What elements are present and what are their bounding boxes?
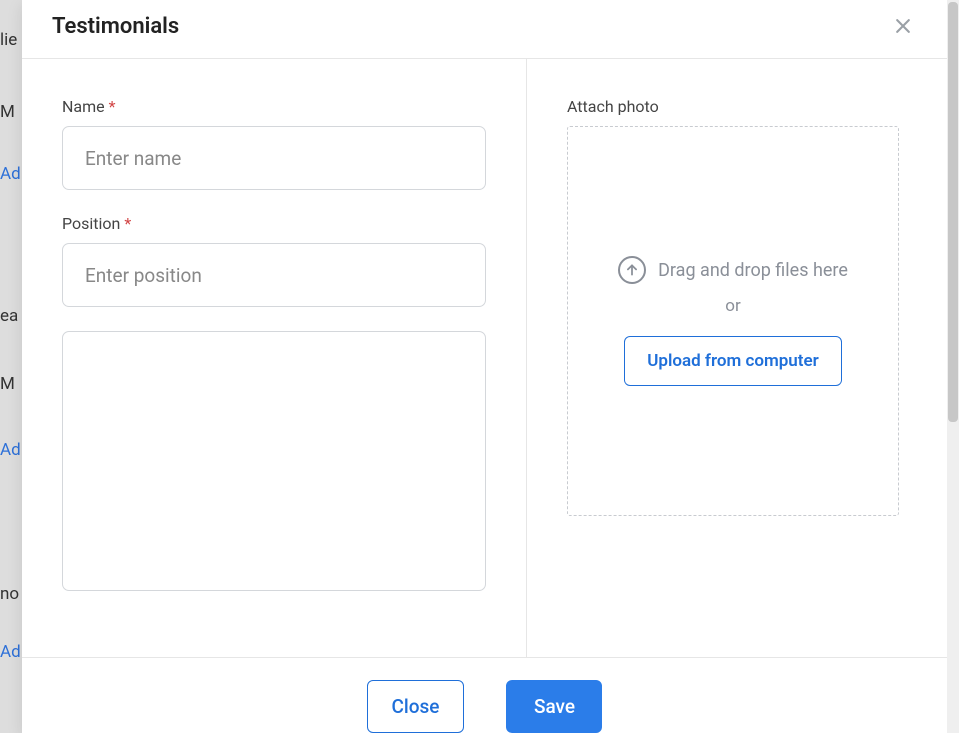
bg-fragment: ea bbox=[0, 306, 18, 326]
close-button[interactable]: Close bbox=[367, 680, 465, 733]
form-right-panel: Attach photo Drag and drop files here or… bbox=[527, 59, 947, 657]
position-input[interactable] bbox=[62, 243, 486, 307]
form-left-panel: Name * Position * bbox=[22, 59, 527, 657]
upload-arrow-icon bbox=[618, 256, 646, 284]
close-icon bbox=[893, 16, 913, 36]
required-marker: * bbox=[124, 214, 131, 233]
bg-fragment: M bbox=[0, 374, 15, 394]
position-field-group: Position * bbox=[62, 214, 486, 307]
required-marker: * bbox=[109, 97, 116, 116]
name-label: Name * bbox=[62, 97, 486, 116]
modal-footer: Close Save bbox=[22, 657, 947, 733]
save-button[interactable]: Save bbox=[506, 680, 602, 733]
bg-fragment: Ad bbox=[0, 440, 21, 460]
name-input[interactable] bbox=[62, 126, 486, 190]
scrollbar-track[interactable] bbox=[947, 0, 959, 733]
name-field-group: Name * bbox=[62, 97, 486, 190]
name-label-text: Name bbox=[62, 97, 105, 116]
position-label: Position * bbox=[62, 214, 486, 233]
testimonials-modal: Testimonials Name * Position * bbox=[22, 0, 947, 733]
content-textarea[interactable] bbox=[62, 331, 486, 591]
content-field-group bbox=[62, 331, 486, 591]
drag-drop-text: Drag and drop files here bbox=[658, 260, 848, 281]
or-separator: or bbox=[725, 296, 740, 316]
bg-fragment: lie bbox=[0, 30, 17, 50]
bg-fragment: Ad bbox=[0, 642, 21, 662]
upload-from-computer-button[interactable]: Upload from computer bbox=[624, 336, 842, 386]
attach-photo-label: Attach photo bbox=[567, 97, 899, 116]
modal-header: Testimonials bbox=[22, 0, 947, 59]
modal-title: Testimonials bbox=[52, 14, 179, 39]
drag-drop-row: Drag and drop files here bbox=[618, 256, 848, 284]
bg-fragment: M bbox=[0, 102, 15, 122]
modal-body: Name * Position * Attach photo bbox=[22, 59, 947, 657]
close-icon-button[interactable] bbox=[889, 12, 917, 40]
bg-fragment: no bbox=[0, 584, 19, 604]
scrollbar-thumb[interactable] bbox=[948, 2, 958, 422]
photo-dropzone[interactable]: Drag and drop files here or Upload from … bbox=[567, 126, 899, 516]
bg-fragment: Ad bbox=[0, 164, 21, 184]
position-label-text: Position bbox=[62, 214, 120, 233]
